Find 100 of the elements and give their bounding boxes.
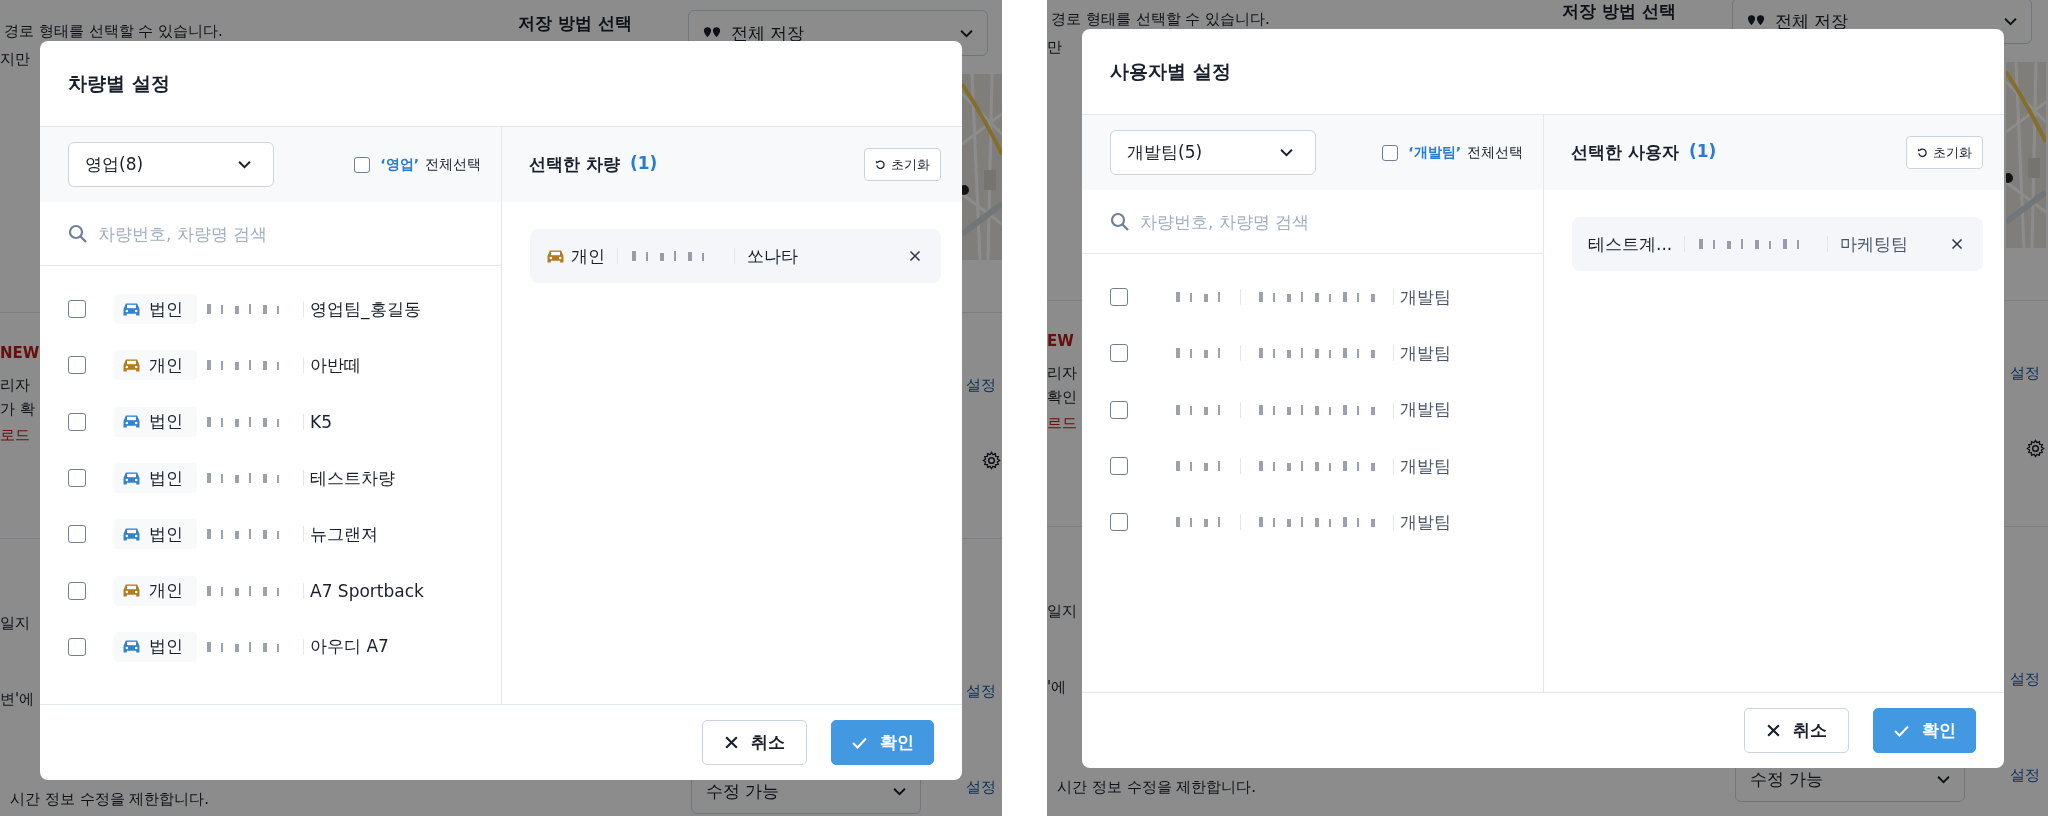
team-name: 마케팅팀 xyxy=(1840,232,1909,256)
description-text: 로드 xyxy=(0,426,30,445)
chevron-down-icon xyxy=(960,28,973,38)
search-field[interactable]: 차량번호, 차량명 검색 xyxy=(1138,210,1515,233)
vehicle-name: 뉴그랜져 xyxy=(310,522,378,546)
chevron-down-icon xyxy=(1280,148,1293,157)
vehicle-name: 영업팀_홍길동 xyxy=(310,297,421,321)
checkbox[interactable] xyxy=(1110,344,1128,363)
team-name: 개발팀 xyxy=(1400,454,1451,478)
checkbox[interactable] xyxy=(68,525,86,544)
reset-button[interactable]: 초기화 xyxy=(864,148,941,181)
checkbox[interactable] xyxy=(68,637,86,656)
vehicle-name: K5 xyxy=(310,411,332,432)
checkbox[interactable] xyxy=(68,356,86,375)
group-select[interactable]: 영업(8) xyxy=(68,142,274,187)
vehicle-name: 아우디 A7 xyxy=(310,635,389,659)
new-label: EW xyxy=(1047,332,1074,350)
vehicle-name: 테스트차량 xyxy=(310,466,395,490)
select-all-label: 전체선택 xyxy=(425,155,481,174)
vehicle-type-tag: 법인 xyxy=(114,294,197,325)
description-text: 르드 xyxy=(1047,414,1077,433)
group-name: ‘개발팀’ xyxy=(1408,143,1461,162)
check-icon xyxy=(1893,723,1910,738)
search-icon xyxy=(1110,211,1130,232)
checkbox[interactable] xyxy=(1110,513,1128,532)
description-text: 시간 정보 수정을 제한합니다. xyxy=(10,790,210,809)
settings-link[interactable]: 설정 xyxy=(2010,766,2040,785)
checkbox[interactable] xyxy=(354,156,371,173)
settings-icon[interactable] xyxy=(982,451,1001,470)
description-text: 일지 xyxy=(1047,602,1077,621)
vehicle-type-tag: 개인 xyxy=(114,350,197,381)
checkbox[interactable] xyxy=(1110,400,1128,419)
close-icon xyxy=(1766,723,1781,738)
settings-link[interactable]: 설정 xyxy=(2010,364,2040,383)
close-icon xyxy=(724,735,739,750)
checkbox[interactable] xyxy=(68,300,86,319)
team-name: 개발팀 xyxy=(1400,285,1451,309)
chevron-down-icon xyxy=(1937,774,1950,784)
vehicle-name: A7 Sportback xyxy=(310,580,424,601)
selected-count: (1) xyxy=(629,153,658,175)
selected-count: (1) xyxy=(1688,141,1717,163)
settings-link[interactable]: 설정 xyxy=(966,778,996,797)
reset-button[interactable]: 초기화 xyxy=(1906,136,1983,169)
select-all-label: 전체선택 xyxy=(1467,143,1523,162)
dialog-title: 사용자별 설정 xyxy=(1110,58,1231,84)
description-text: 리자 xyxy=(1047,364,1077,383)
dialog-title: 차량별 설정 xyxy=(68,70,170,96)
user-name: 테스트계... xyxy=(1588,232,1673,256)
description-text: 시간 정보 수정을 제한합니다. xyxy=(1057,778,1257,797)
section-label: 저장 방법 선택 xyxy=(1562,0,1676,23)
checkbox[interactable] xyxy=(68,412,86,431)
vehicle-type-tag: 법인 xyxy=(114,406,197,437)
section-label: 저장 방법 선택 xyxy=(518,12,632,35)
confirm-button[interactable]: 확인 xyxy=(1873,708,1976,753)
checkbox[interactable] xyxy=(68,469,86,488)
settings-link[interactable]: 설정 xyxy=(2010,670,2040,689)
description-text: 경로 형태를 선택할 수 있습니다. xyxy=(4,22,223,41)
checkbox[interactable] xyxy=(1382,144,1399,161)
team-name: 개발팀 xyxy=(1400,341,1451,365)
settings-link[interactable]: 설정 xyxy=(966,682,996,701)
reset-icon xyxy=(875,159,886,170)
new-label: NEW xyxy=(0,344,40,362)
description-text: 확인 xyxy=(1047,388,1077,407)
check-icon xyxy=(851,735,868,750)
description-text: 가 확 xyxy=(0,400,35,419)
description-text: 변'에 xyxy=(0,690,35,709)
checkbox[interactable] xyxy=(1110,288,1128,307)
vehicle-name: 아반떼 xyxy=(310,353,361,377)
description-text: 일지 xyxy=(0,614,30,633)
search-field[interactable]: 차량번호, 차량명 검색 xyxy=(96,222,473,245)
team-name: 개발팀 xyxy=(1400,398,1451,422)
vehicle-name: 쏘나타 xyxy=(747,244,798,268)
team-name: 개발팀 xyxy=(1400,510,1451,534)
vehicle-type-tag: 법인 xyxy=(114,519,197,550)
description-text: '에 xyxy=(1047,678,1067,697)
description-text: 경로 형태를 선택할 수 있습니다. xyxy=(1051,10,1270,29)
selected-title: 선택한 사용자 xyxy=(1571,141,1679,164)
cancel-button[interactable]: 취소 xyxy=(702,720,807,765)
group-name: ‘영업’ xyxy=(380,155,419,174)
chevron-down-icon xyxy=(893,786,906,796)
settings-link[interactable]: 설정 xyxy=(966,376,996,395)
group-select[interactable]: 개발팀(5) xyxy=(1110,130,1316,175)
chevron-down-icon xyxy=(238,160,251,169)
search-icon xyxy=(68,223,88,244)
description-text: 만 xyxy=(1047,38,1062,57)
description-text: 지만 xyxy=(0,50,30,69)
settings-icon[interactable] xyxy=(2026,439,2045,458)
vehicle-type-tag: 개인 xyxy=(114,575,197,606)
close-icon[interactable] xyxy=(909,250,921,262)
checkbox[interactable] xyxy=(1110,457,1128,476)
checkbox[interactable] xyxy=(68,581,86,600)
description-text: 리자 xyxy=(0,376,30,395)
vehicle-type-tag: 법인 xyxy=(114,631,197,662)
chevron-down-icon xyxy=(2004,16,2017,26)
confirm-button[interactable]: 확인 xyxy=(831,720,934,765)
cancel-button[interactable]: 취소 xyxy=(1744,708,1849,753)
vehicle-type: 개인 xyxy=(571,244,605,268)
reset-icon xyxy=(1917,147,1928,158)
close-icon[interactable] xyxy=(1951,238,1963,250)
vehicle-type-tag: 법인 xyxy=(114,463,197,494)
